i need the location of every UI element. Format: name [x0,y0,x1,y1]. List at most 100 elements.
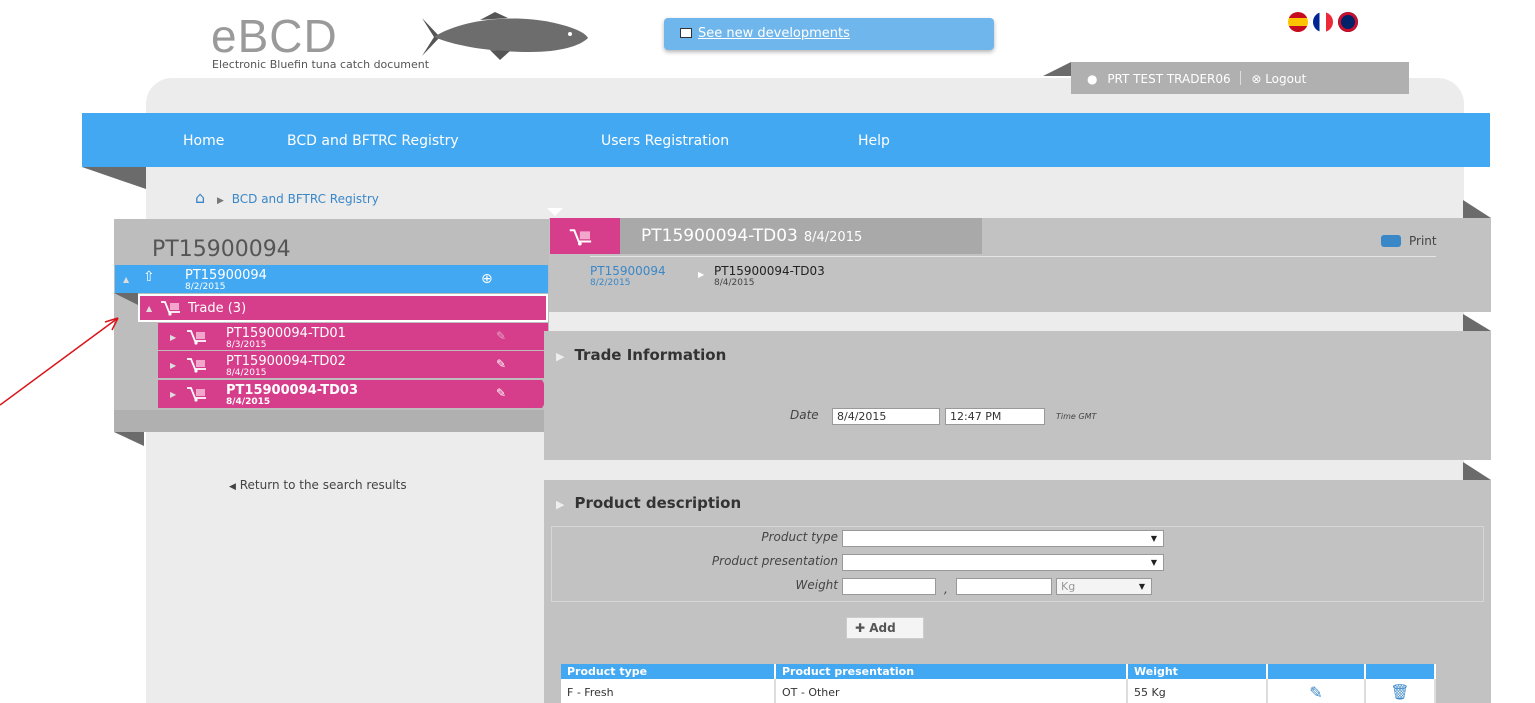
annotation-arrow [0,317,119,406]
news-banner[interactable]: See new developments [664,18,994,50]
add-product-button[interactable]: ✚ Add [846,617,924,639]
col-weight: Weight [1127,664,1268,679]
trade-cart-icon [161,301,180,316]
breadcrumb-bcd-registry[interactable]: BCD and BFTRC Registry [232,192,379,206]
trade-cart-icon [569,229,592,246]
printer-icon [1381,235,1401,247]
edit-user-icon[interactable]: ✎ [496,357,506,371]
tree-item-root[interactable]: ▲ ⇧ PT15900094 8/2/2015 ⊕ [115,265,548,293]
edit-user-icon[interactable]: ✎ [496,386,506,400]
tree-group-label: Trade (3) [188,301,247,316]
breadcrumb: ⌂ ▶ BCD and BFTRC Registry [195,188,379,207]
tree-footer [114,410,549,432]
cell-weight: 55 Kg [1127,679,1268,703]
print-label[interactable]: Print [1409,234,1437,248]
product-type-label: Product type [761,530,838,544]
weight-decimal-input[interactable] [956,578,1052,595]
tree-item-td01[interactable]: ▶ PT15900094-TD01 8/3/2015 ✎ [158,323,548,350]
caret-right-icon: ▶ [170,333,177,342]
document-date: 8/4/2015 [803,230,863,245]
user-bar: ● PRT TEST TRADER06 ⊗ Logout [1071,62,1409,94]
path-parent-link[interactable]: PT15900094 [590,264,666,278]
col-delete [1365,664,1436,679]
edit-user-icon[interactable]: ✎ [496,329,506,343]
time-input[interactable]: 12:47 PM [945,408,1045,425]
path-parent-date: 8/2/2015 [590,278,631,288]
header-divider [590,256,1436,257]
language-selector [1288,12,1363,36]
userbar-decoration [1043,62,1071,76]
userbar-separator [1240,71,1242,85]
tree-item-id: PT15900094-TD01 [226,326,346,341]
date-input[interactable]: 8/4/2015 [832,408,940,425]
see-new-developments-link[interactable]: See new developments [698,26,850,41]
main-nav: Home BCD and BFTRC Registry Users Regist… [82,113,1490,167]
tree-group-trade[interactable]: ▲ Trade (3) [138,294,548,322]
add-circle-icon[interactable]: ⊕ [481,271,493,287]
tree-root-date: 8/2/2015 [185,282,226,292]
tree-footer-decoration [114,432,144,446]
tree-item-date: 8/4/2015 [226,368,267,378]
breadcrumb-arrow-icon: ▶ [216,196,224,206]
section-arrow-icon: ▶ [556,350,565,363]
tree-root-id: PT15900094 [185,268,267,283]
trash-icon[interactable]: 🗑 [1365,679,1436,703]
return-to-search-link[interactable]: ◀ Return to the search results [229,478,407,492]
trade-information-title: ▶ Trade Information [556,346,726,364]
cell-product-type: F - Fresh [561,679,776,703]
product-type-select[interactable] [842,530,1164,547]
tree-item-date: 8/3/2015 [226,340,267,350]
tree-item-td03[interactable]: ▶ PT15900094-TD03 8/4/2015 ✎ [158,380,542,408]
product-desc-label: Product description [574,494,742,512]
nav-bcd-registry[interactable]: BCD and BFTRC Registry [287,133,459,149]
col-product-presentation: Product presentation [775,664,1128,679]
time-gmt-label: Time GMT [1056,412,1097,421]
section-corner-decoration [1463,462,1491,480]
logo-subtitle: Electronic Bluefin tuna catch document [212,58,430,71]
nav-home[interactable]: Home [183,133,224,149]
date-label: Date [790,408,819,422]
product-description-title: ▶ Product description [556,494,741,512]
document-title: PT15900094-TD03 8/4/2015 [641,226,862,246]
user-icon: ● [1087,72,1098,86]
document-type-badge [550,218,620,254]
uk-flag-icon[interactable] [1338,12,1358,32]
document-id: PT15900094-TD03 [641,226,798,246]
tree-item-id: PT15900094-TD02 [226,354,346,369]
weight-unit-select[interactable]: Kg [1056,578,1152,595]
nav-users-registration[interactable]: Users Registration [601,133,729,149]
product-table: Product type Product presentation Weight… [561,664,1436,703]
weight-label: Weight [795,578,838,592]
return-label[interactable]: Return to the search results [240,478,407,492]
back-arrow-icon: ◀ [229,482,236,492]
weight-integer-input[interactable] [842,578,936,595]
add-label[interactable]: Add [869,621,895,635]
product-presentation-select[interactable] [842,554,1164,571]
path-parent-id[interactable]: PT15900094 [590,264,666,278]
tree-item-id: PT15900094-TD03 [226,383,358,398]
logout-icon[interactable]: ⊗ [1251,72,1261,86]
spanish-flag-icon[interactable] [1288,12,1308,32]
add-icon: ✚ [855,621,866,635]
logo[interactable]: eBCD [211,13,338,59]
cell-product-presentation: OT - Other [775,679,1128,703]
trade-info-label: Trade Information [574,346,727,364]
trade-cart-icon [187,358,206,373]
tree-item-td02[interactable]: ▶ PT15900094-TD02 8/4/2015 ✎ [158,351,548,378]
pdf-icon [680,28,692,38]
section-arrow-icon: ▶ [556,498,565,511]
home-icon[interactable]: ⌂ [195,188,205,207]
tree-item-date: 8/4/2015 [226,397,271,407]
panel-notch [547,208,563,216]
french-flag-icon[interactable] [1313,12,1333,32]
edit-row-icon[interactable]: ✎ [1267,679,1366,703]
tuna-fish-icon [422,12,588,60]
col-edit [1267,664,1366,679]
logout-link[interactable]: Logout [1265,72,1306,86]
trade-cart-icon [187,387,206,402]
path-current-date: 8/4/2015 [714,278,755,288]
weight-separator: , [944,582,948,596]
print-button[interactable]: Print [1381,234,1437,248]
nav-help[interactable]: Help [858,133,890,149]
path-arrow-icon: ▶ [698,270,705,279]
